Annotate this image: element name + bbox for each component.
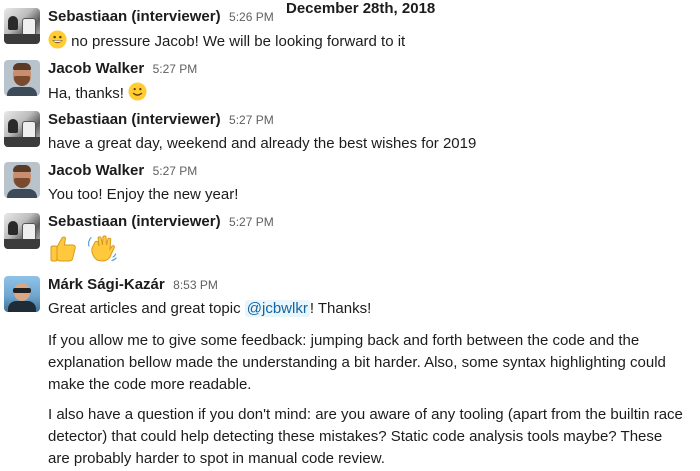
message-body: ! Thanks! (309, 300, 372, 317)
message-header: Jacob Walker 5:27 PM (48, 60, 197, 78)
message-body: have a great day, weekend and already th… (48, 135, 477, 152)
timestamp[interactable]: 5:27 PM (229, 215, 274, 229)
thumbs-up-icon (50, 236, 76, 262)
avatar[interactable] (4, 111, 40, 147)
message-body: You too! Enjoy the new year! (48, 186, 239, 203)
author-name[interactable]: Sebastiaan (interviewer) (48, 111, 221, 128)
timestamp[interactable]: 8:53 PM (173, 278, 218, 292)
message-paragraph: If you allow me to give some feedback: j… (48, 332, 666, 393)
author-name[interactable]: Sebastiaan (interviewer) (48, 8, 221, 25)
message-text: You too! Enjoy the new year! (48, 184, 688, 206)
message-header: Jacob Walker 5:27 PM (48, 162, 197, 180)
author-name[interactable]: Sebastiaan (interviewer) (48, 213, 221, 230)
message-text: have a great day, weekend and already th… (48, 133, 688, 155)
avatar[interactable] (4, 276, 40, 312)
author-name[interactable]: Jacob Walker (48, 162, 144, 179)
message-text (48, 233, 688, 272)
timestamp[interactable]: 5:27 PM (153, 62, 198, 76)
avatar[interactable] (4, 8, 40, 44)
message-header: Márk Sági-Kazár 8:53 PM (48, 276, 218, 294)
message-text: Great articles and great topic @jcbwlkr!… (48, 298, 688, 320)
date-divider: December 28th, 2018 (282, 0, 440, 18)
message-paragraph: I also have a question if you don't mind… (48, 406, 683, 467)
slightly-smiling-face-icon (128, 82, 147, 101)
author-name[interactable]: Jacob Walker (48, 60, 144, 77)
waving-hand-icon (88, 235, 117, 262)
author-name[interactable]: Márk Sági-Kazár (48, 276, 165, 293)
message-body: Great articles and great topic (48, 300, 245, 317)
message-text: Ha, thanks! (48, 82, 688, 105)
avatar[interactable] (4, 162, 40, 198)
message-header: Sebastiaan (interviewer) 5:27 PM (48, 213, 274, 231)
user-mention[interactable]: @jcbwlkr (244, 300, 310, 317)
message-header: Sebastiaan (interviewer) 5:27 PM (48, 111, 274, 129)
avatar[interactable] (4, 60, 40, 96)
timestamp[interactable]: 5:27 PM (229, 113, 274, 127)
avatar[interactable] (4, 213, 40, 249)
timestamp[interactable]: 5:26 PM (229, 10, 274, 24)
message-body: no pressure Jacob! We will be looking fo… (71, 33, 406, 50)
grinning-face-icon (48, 30, 67, 49)
message-body: Ha, thanks! (48, 85, 124, 102)
message-header: Sebastiaan (interviewer) 5:26 PM (48, 8, 274, 26)
message-text: no pressure Jacob! We will be looking fo… (48, 30, 688, 53)
timestamp[interactable]: 5:27 PM (153, 164, 198, 178)
